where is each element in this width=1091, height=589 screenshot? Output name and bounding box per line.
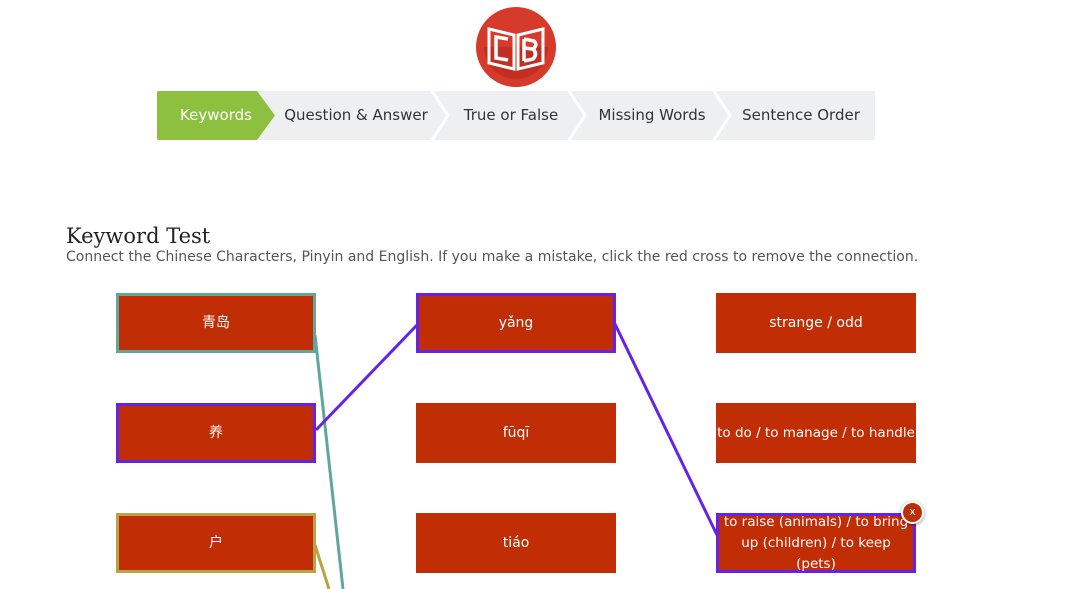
connection-line-teal (313, 334, 345, 589)
card-text: tiáo (502, 534, 530, 551)
card-text: to raise (animals) / to bring up (childr… (723, 513, 909, 572)
card-text: yǎng (498, 314, 534, 331)
english-card[interactable]: strange / odd (716, 293, 916, 353)
card-text: strange / odd (769, 314, 863, 331)
chinese-card[interactable]: 户 (116, 513, 316, 573)
english-card[interactable]: to do / to manage / to handle (716, 403, 916, 463)
connection-line-olive (313, 544, 331, 589)
connection-line-purple (612, 321, 719, 536)
pinyin-card[interactable]: yǎng (416, 293, 616, 353)
card-text: 养 (209, 424, 223, 441)
remove-connection-button[interactable]: x (901, 501, 924, 524)
chinese-card[interactable]: 青岛 (116, 293, 316, 353)
pinyin-card[interactable]: fūqī (416, 403, 616, 463)
card-text: fūqī (502, 424, 530, 441)
connection-line-purple (314, 323, 419, 432)
english-card[interactable]: to raise (animals) / to bring up (childr… (716, 513, 916, 573)
chinese-card[interactable]: 养 (116, 403, 316, 463)
card-text: 户 (209, 534, 223, 551)
card-text: to do / to manage / to handle (717, 424, 915, 441)
pinyin-card[interactable]: tiáo (416, 513, 616, 573)
card-text: 青岛 (202, 314, 230, 331)
